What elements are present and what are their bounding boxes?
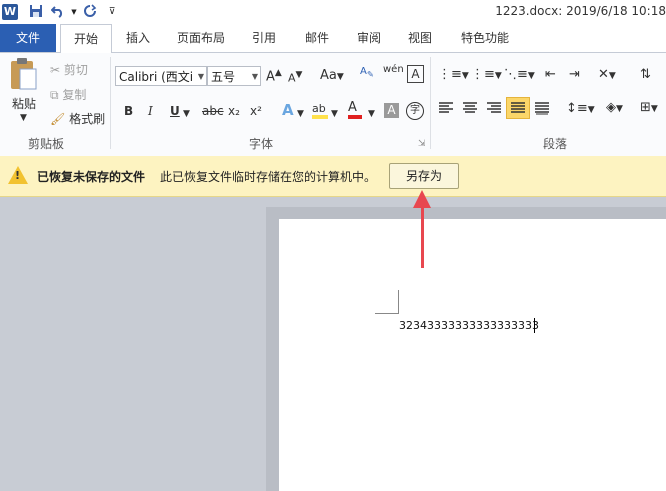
baidu-watermark-logo: Baidu 经验 bbox=[470, 421, 593, 446]
text-effect-button[interactable]: A bbox=[282, 101, 294, 119]
distributed-align-icon[interactable] bbox=[534, 101, 550, 118]
group-divider bbox=[110, 57, 111, 149]
align-left-icon[interactable] bbox=[438, 101, 454, 118]
underline-button[interactable]: U bbox=[170, 104, 180, 118]
font-name-value: Calibri (西文i bbox=[119, 70, 194, 84]
shrink-font-button[interactable]: A▼ bbox=[288, 70, 302, 85]
scissors-icon: ✂ bbox=[50, 63, 61, 77]
ribbon: 粘贴 ▼ ✂ 剪切 ⧉ 复制 🖌 格式刷 剪贴板 Calibri (西文i ▼ 五… bbox=[0, 53, 666, 157]
margin-corner-mark bbox=[398, 290, 399, 314]
save-as-button[interactable]: 另存为 bbox=[389, 163, 459, 189]
highlight-dropdown-icon[interactable]: ▼ bbox=[331, 109, 338, 119]
tab-home[interactable]: 开始 bbox=[60, 24, 112, 54]
clipboard-group-label: 剪贴板 bbox=[28, 137, 65, 151]
char-border-button[interactable]: A bbox=[407, 65, 424, 83]
tab-review[interactable]: 审阅 bbox=[349, 24, 389, 52]
font-size-value: 五号 bbox=[211, 70, 236, 84]
align-center-icon[interactable] bbox=[462, 101, 478, 118]
paragraph-group-label: 段落 bbox=[543, 137, 568, 151]
group-divider bbox=[430, 57, 431, 149]
paste-button[interactable]: 粘贴 bbox=[12, 95, 36, 112]
font-color-button[interactable]: A bbox=[348, 100, 362, 119]
title-bar: W ▼ ⊽ 1223.docx: 2019/6/18 10:18 bbox=[0, 0, 666, 24]
font-dialog-launcher-icon[interactable]: ⇲ bbox=[418, 139, 426, 149]
paste-icon[interactable] bbox=[8, 57, 42, 95]
font-color-swatch bbox=[348, 115, 362, 119]
annotation-arrow-head-icon bbox=[413, 190, 431, 208]
enclose-chars-button[interactable]: 字 bbox=[406, 102, 424, 120]
redo-icon[interactable] bbox=[82, 4, 98, 20]
chinese-layout-icon[interactable]: ✕▼ bbox=[598, 67, 616, 82]
baidu-watermark-url: jingyan.baidu.com bbox=[519, 461, 612, 472]
borders-icon[interactable]: ⊞▼ bbox=[640, 100, 658, 115]
undo-icon[interactable] bbox=[50, 4, 66, 20]
font-size-select[interactable]: 五号 ▼ bbox=[207, 66, 261, 86]
tab-insert[interactable]: 插入 bbox=[116, 24, 160, 52]
shading-icon[interactable]: ◈▼ bbox=[606, 100, 623, 115]
bullets-icon[interactable]: ⋮≡▼ bbox=[438, 67, 469, 82]
clear-format-icon[interactable]: A✎ bbox=[360, 66, 374, 79]
decrease-indent-icon[interactable]: ⇤ bbox=[545, 67, 556, 82]
window-title: 1223.docx: 2019/6/18 10:18 bbox=[495, 4, 666, 18]
tab-special-features[interactable]: 特色功能 bbox=[452, 24, 518, 52]
highlight-color-swatch bbox=[312, 115, 328, 119]
recovery-title: 已恢复未保存的文件 bbox=[37, 170, 146, 184]
save-icon[interactable] bbox=[28, 4, 44, 20]
line-spacing-icon[interactable]: ↕≡▼ bbox=[566, 101, 595, 116]
chevron-down-icon: ▼ bbox=[251, 72, 258, 81]
superscript-button[interactable]: x² bbox=[250, 104, 262, 118]
phonetic-guide-button[interactable]: wén bbox=[383, 64, 404, 75]
customize-toolbar-icon[interactable]: ⊽ bbox=[104, 4, 120, 20]
strikethrough-button[interactable]: abc bbox=[202, 104, 224, 118]
undo-dropdown-icon[interactable]: ▼ bbox=[66, 4, 82, 20]
bold-button[interactable]: B bbox=[124, 104, 133, 118]
text-cursor bbox=[534, 318, 535, 333]
font-name-select[interactable]: Calibri (西文i ▼ bbox=[115, 66, 207, 86]
text-effect-dropdown-icon[interactable]: ▼ bbox=[297, 109, 304, 119]
word-logo-icon: W bbox=[2, 4, 18, 20]
font-group-label: 字体 bbox=[249, 137, 274, 151]
annotation-arrow-shaft bbox=[421, 202, 424, 268]
numbering-icon[interactable]: ⋮≡▼ bbox=[471, 67, 502, 82]
format-painter-button[interactable]: 🖌 格式刷 bbox=[50, 110, 105, 127]
tab-file[interactable]: 文件 bbox=[0, 24, 56, 52]
justify-icon[interactable] bbox=[506, 97, 530, 119]
brush-icon: 🖌 bbox=[50, 112, 66, 126]
increase-indent-icon[interactable]: ⇥ bbox=[569, 67, 580, 82]
tab-page-layout[interactable]: 页面布局 bbox=[170, 24, 232, 52]
subscript-button[interactable]: x₂ bbox=[228, 104, 240, 118]
recovery-notification-bar: ! 已恢复未保存的文件 此已恢复文件临时存储在您的计算机中。 另存为 bbox=[0, 156, 666, 197]
char-shading-button[interactable]: A bbox=[384, 103, 399, 118]
multilevel-list-icon[interactable]: ⋱≡▼ bbox=[504, 67, 535, 82]
italic-button[interactable]: I bbox=[148, 104, 153, 118]
tab-references[interactable]: 引用 bbox=[244, 24, 284, 52]
document-page[interactable] bbox=[279, 219, 666, 491]
highlight-button[interactable]: ab bbox=[312, 101, 328, 119]
document-text[interactable]: 32343333333333333333 bbox=[399, 319, 539, 332]
grow-font-button[interactable]: A▲ bbox=[266, 68, 282, 84]
recovery-message: 此已恢复文件临时存储在您的计算机中。 bbox=[160, 170, 377, 184]
align-right-icon[interactable] bbox=[486, 101, 502, 118]
tab-view[interactable]: 视图 bbox=[400, 24, 440, 52]
underline-dropdown-icon[interactable]: ▼ bbox=[183, 109, 190, 119]
change-case-button[interactable]: Aa▼ bbox=[320, 68, 344, 83]
copy-icon: ⧉ bbox=[50, 88, 59, 102]
paste-dropdown-icon[interactable]: ▼ bbox=[20, 113, 27, 123]
font-color-dropdown-icon[interactable]: ▼ bbox=[368, 109, 375, 119]
warning-exclamation: ! bbox=[15, 169, 21, 182]
margin-corner-mark bbox=[375, 313, 399, 314]
chevron-down-icon: ▼ bbox=[197, 72, 204, 81]
cut-button[interactable]: ✂ 剪切 bbox=[50, 61, 88, 78]
copy-button[interactable]: ⧉ 复制 bbox=[50, 86, 86, 103]
ribbon-tabs: 文件 开始 插入 页面布局 引用 邮件 审阅 视图 特色功能 bbox=[0, 24, 666, 54]
tab-mailings[interactable]: 邮件 bbox=[297, 24, 337, 52]
sort-icon[interactable]: ⇅ bbox=[640, 67, 651, 82]
